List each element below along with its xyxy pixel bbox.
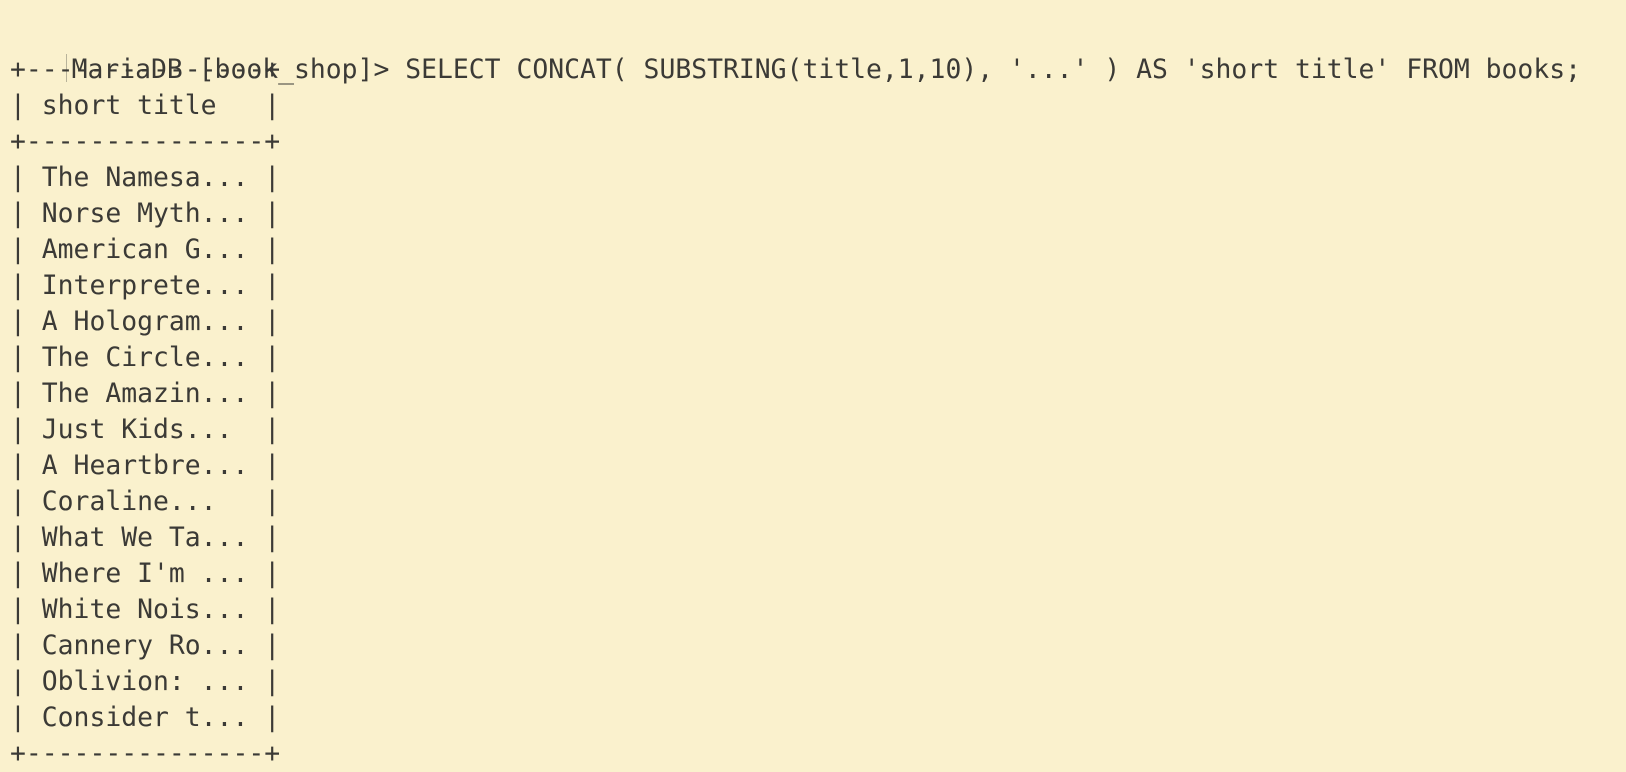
table-row: | What We Ta... | [10,522,281,553]
table-row: | Just Kids... | [10,414,281,445]
table-border-header: +---------------+ [10,126,281,157]
table-row: | White Nois... | [10,594,281,625]
table-row: | The Amazin... | [10,378,281,409]
table-row: | Where I'm ... | [10,558,281,589]
table-header-row: | short title | [10,90,281,121]
table-border-top: +---------------+ [10,54,281,85]
table-row: | A Heartbre... | [10,450,281,481]
sql-command: SELECT CONCAT( SUBSTRING(title,1,10), '.… [405,54,1581,85]
table-row: | A Hologram... | [10,306,281,337]
table-row: | Coraline... | [10,486,281,517]
command-line[interactable]: MariaDB [book_shop]> SELECT CONCAT( SUBS… [2,16,1581,85]
table-row: | Consider t... | [10,702,281,733]
table-border-bottom: +---------------+ [10,738,281,769]
table-row: | Oblivion: ... | [10,666,281,697]
table-row: | Cannery Ro... | [10,630,281,661]
terminal-window[interactable]: MariaDB [book_shop]> SELECT CONCAT( SUBS… [0,0,1626,772]
table-row: | The Circle... | [10,342,281,373]
table-row: | The Namesa... | [10,162,281,193]
table-row: | Interprete... | [10,270,281,301]
table-row: | Norse Myth... | [10,198,281,229]
table-row: | American G... | [10,234,281,265]
